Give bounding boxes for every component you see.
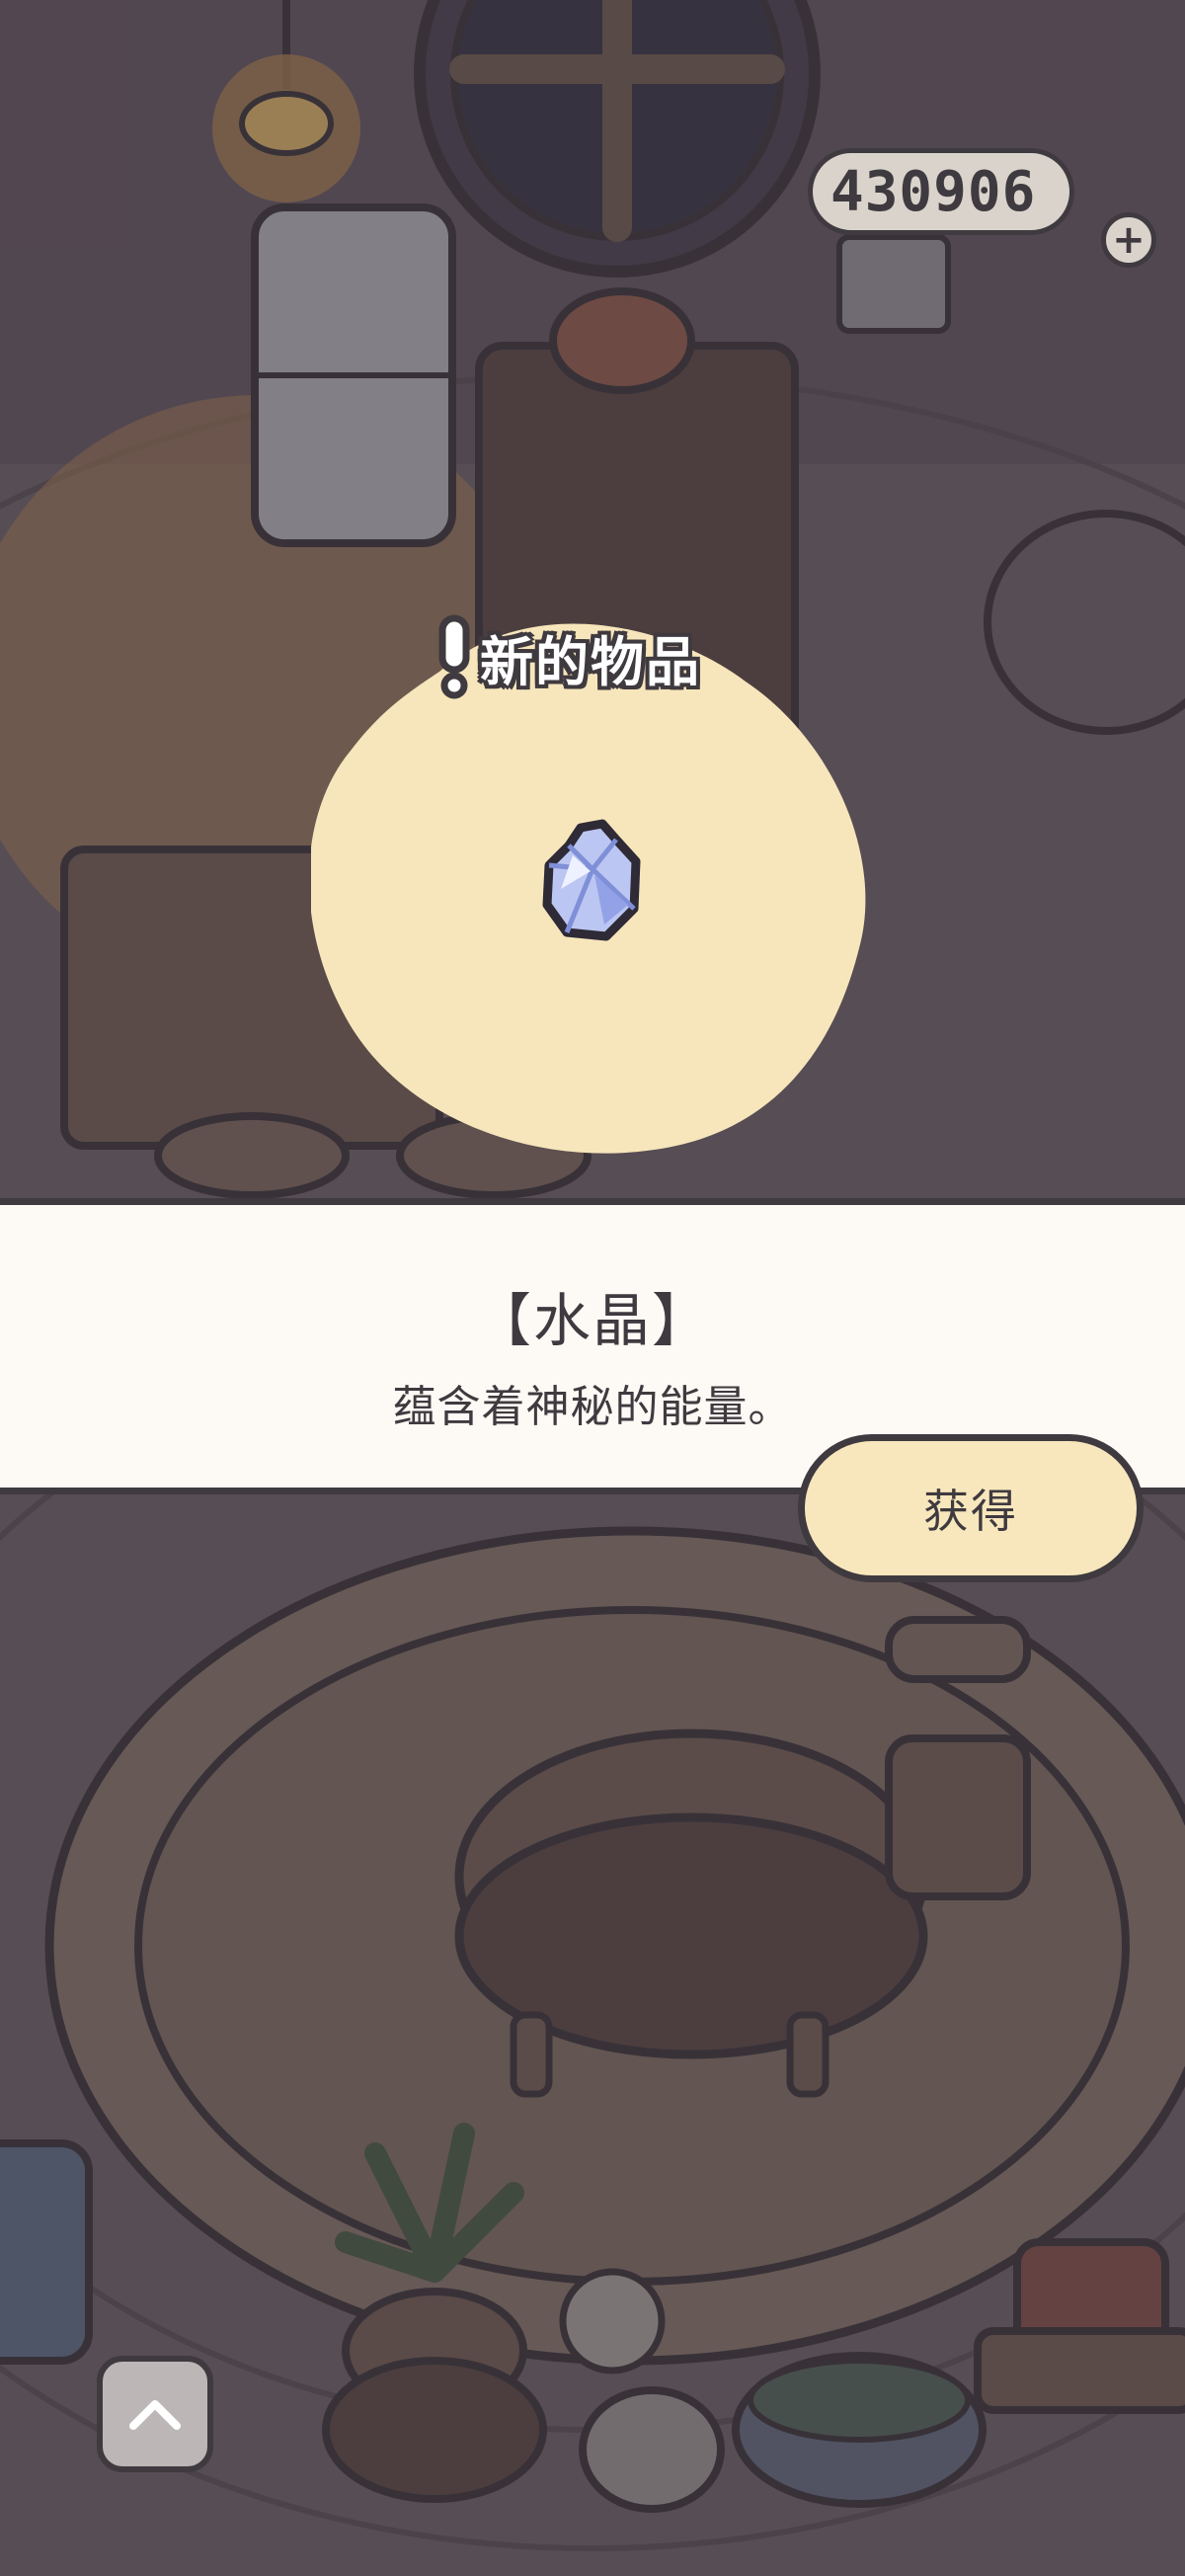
fridge [251,203,456,547]
memo-note [836,234,951,334]
trash-bin [0,2139,93,2365]
chevron-up-icon [129,2400,181,2430]
new-item-label: 新的物品 [480,630,701,693]
item-name: 【水晶】 [473,1287,711,1354]
chair [885,1616,1031,1900]
plus-icon[interactable]: + [1101,212,1156,268]
obtain-button-label: 获得 [923,1485,1018,1538]
item-description: 蕴含着神秘的能量。 [392,1382,793,1432]
crystal-icon [542,819,641,941]
new-item-notice: 新的物品 [434,612,701,701]
water-bowl [732,2352,987,2508]
exclamation-icon [438,614,470,699]
coin-counter: 430906 [808,148,1074,235]
expand-button[interactable] [97,2356,213,2472]
obtain-button[interactable]: 获得 [798,1434,1144,1582]
